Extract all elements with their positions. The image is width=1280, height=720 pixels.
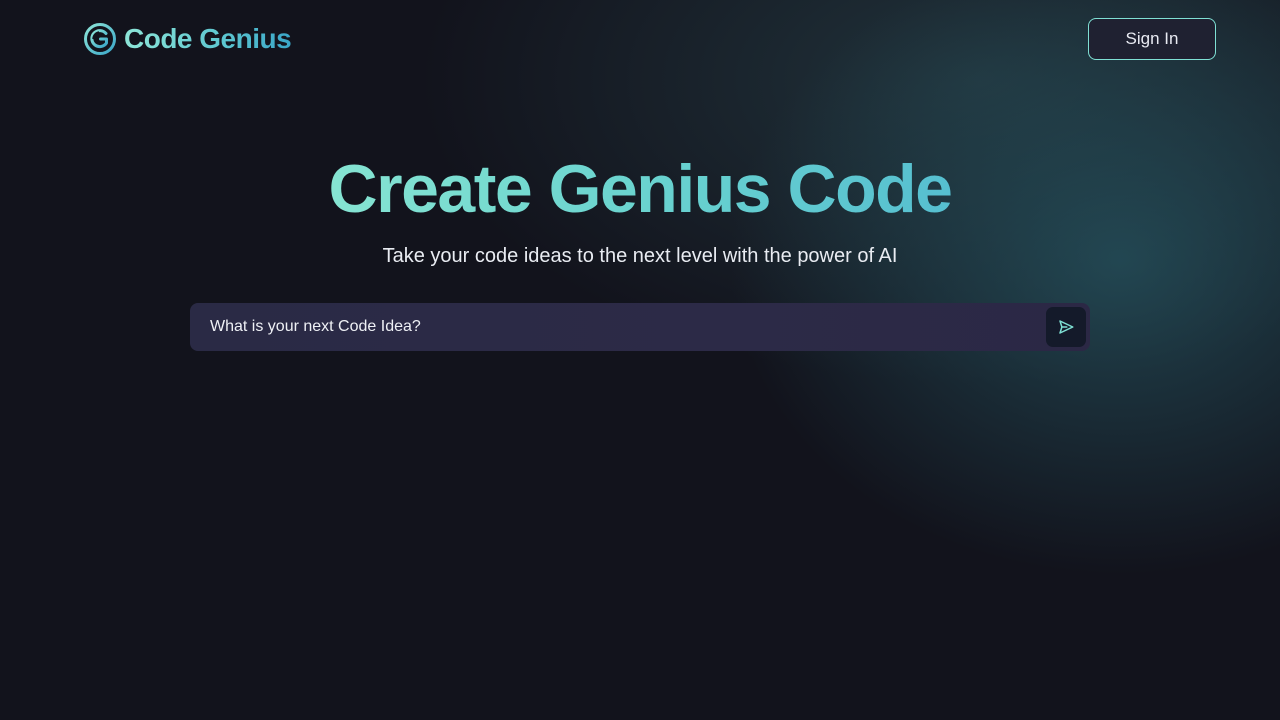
send-button[interactable] (1046, 307, 1086, 347)
send-icon (1057, 318, 1075, 336)
hero-section: Create Genius Code Take your code ideas … (0, 150, 1280, 268)
top-header: Code Genius Sign In (84, 18, 1216, 60)
background-glow (0, 0, 1280, 720)
code-idea-form (190, 303, 1090, 351)
brand-name: Code Genius (124, 23, 292, 54)
code-idea-input[interactable] (210, 303, 1046, 351)
hero-title: Create Genius Code (328, 151, 953, 227)
sign-in-button[interactable]: Sign In (1088, 18, 1216, 60)
brand-logo[interactable]: Code Genius (84, 21, 292, 57)
hero-subtitle: Take your code ideas to the next level w… (382, 245, 898, 267)
code-genius-logo-icon (84, 23, 116, 55)
